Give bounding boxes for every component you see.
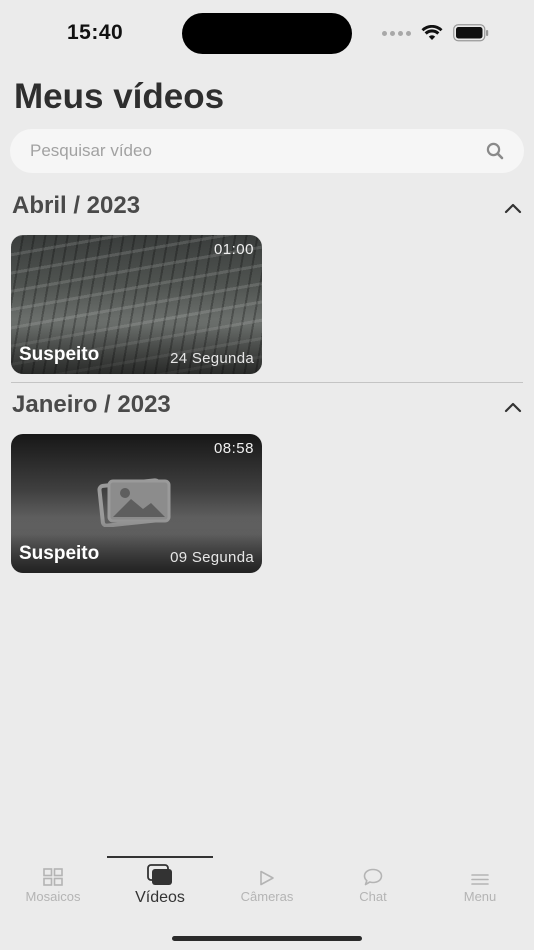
video-date: 09 Segunda [170, 549, 254, 566]
chevron-up-icon[interactable] [504, 401, 522, 413]
section-divider [11, 382, 523, 383]
grid-icon [43, 868, 63, 886]
section-title: Abril / 2023 [12, 192, 141, 219]
section-title: Janeiro / 2023 [12, 391, 171, 418]
status-time: 15:40 [67, 21, 124, 44]
search-input[interactable] [30, 129, 470, 173]
tab-menu[interactable]: Menu [427, 864, 533, 914]
dynamic-island [182, 13, 352, 54]
play-icon [260, 870, 274, 886]
chevron-up-icon[interactable] [504, 202, 522, 214]
wifi-icon [421, 25, 443, 40]
tab-label: Vídeos [135, 889, 185, 906]
tab-videos[interactable]: Vídeos [107, 864, 213, 914]
tab-label: Câmeras [240, 889, 294, 904]
home-indicator[interactable] [172, 936, 362, 941]
video-date: 24 Segunda [170, 350, 254, 367]
tab-bar: Mosaicos Vídeos Câmeras Chat Menu [0, 848, 534, 950]
status-icons [382, 22, 489, 44]
video-card[interactable]: 01:00 Suspeito 24 Segunda [11, 235, 262, 374]
video-duration: 08:58 [213, 440, 254, 457]
tab-label: Menu [463, 889, 497, 904]
tab-cameras[interactable]: Câmeras [214, 864, 320, 914]
tab-label: Mosaicos [25, 889, 81, 904]
search-bar[interactable] [10, 129, 524, 173]
chat-bubble-icon [363, 868, 383, 886]
battery-icon [453, 24, 489, 42]
section-header-april-2023[interactable]: Abril / 2023 [12, 192, 522, 228]
tab-label: Chat [359, 889, 387, 904]
search-icon[interactable] [486, 142, 504, 160]
menu-icon [471, 874, 489, 885]
video-title: Suspeito [19, 543, 100, 564]
tab-mosaicos[interactable]: Mosaicos [0, 864, 106, 914]
video-duration: 01:00 [213, 241, 254, 258]
status-bar: 15:40 [0, 0, 534, 62]
videos-stack-icon [147, 864, 172, 885]
video-card[interactable]: 08:58 Suspeito 09 Segunda [11, 434, 262, 573]
video-title: Suspeito [19, 344, 100, 365]
tab-chat[interactable]: Chat [320, 864, 426, 914]
section-header-january-2023[interactable]: Janeiro / 2023 [12, 391, 522, 427]
active-tab-indicator [107, 856, 213, 858]
page-title: Meus vídeos [14, 77, 225, 116]
cellular-signal-icon [382, 30, 411, 36]
